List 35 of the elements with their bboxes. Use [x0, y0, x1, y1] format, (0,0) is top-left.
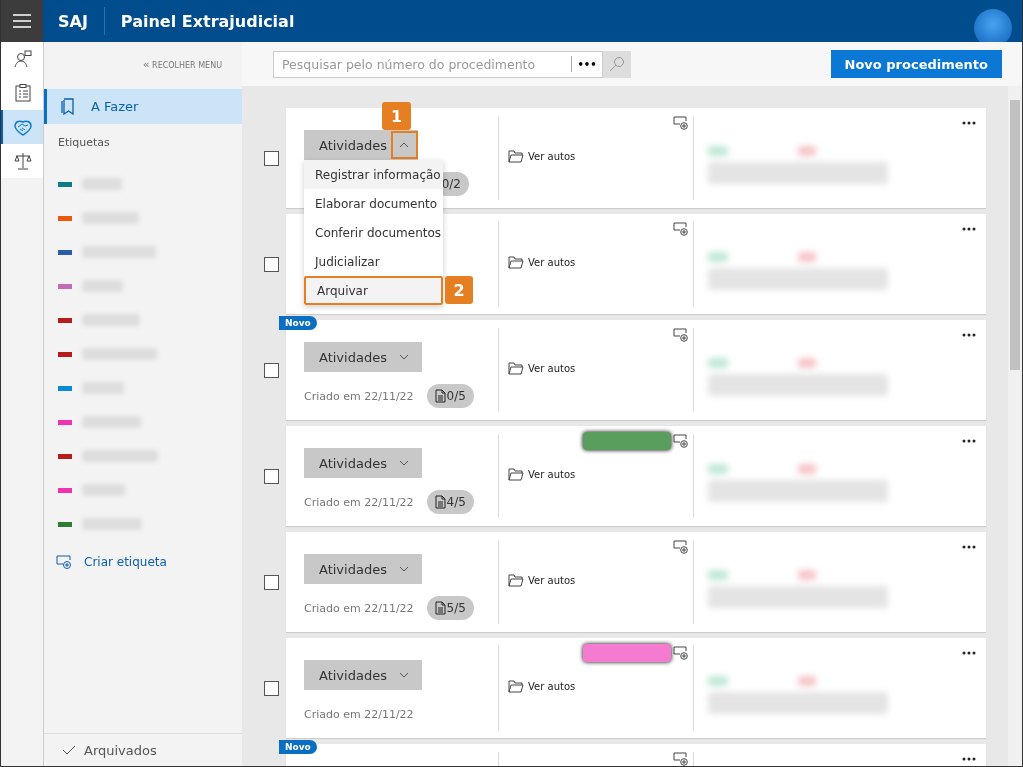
activities-dropdown[interactable]: Atividades: [304, 448, 422, 478]
menu-item[interactable]: Judicializar: [304, 247, 443, 276]
brand-name: SAJ: [58, 11, 88, 31]
created-date: Criado em 22/11/22: [304, 389, 414, 403]
activities-dropdown[interactable]: Atividades: [304, 130, 418, 160]
search-field[interactable]: Pesquisar pelo número do procedimento •••: [273, 50, 603, 78]
view-case-link[interactable]: Ver autos: [508, 467, 576, 481]
new-badge: Novo: [279, 740, 317, 754]
step-callout: 2: [445, 276, 473, 304]
activities-dropdown[interactable]: Atividades: [304, 554, 422, 584]
new-procedure-button[interactable]: Novo procedimento: [830, 50, 1002, 78]
more-options-button[interactable]: •••: [572, 58, 602, 70]
created-date: Criado em 22/11/22: [304, 707, 414, 721]
app-title: Painel Extrajudicial: [120, 11, 295, 31]
view-case-link[interactable]: Ver autos: [508, 255, 576, 269]
menu-item[interactable]: Conferir documentos: [304, 218, 443, 247]
view-case-link[interactable]: Ver autos: [508, 149, 576, 163]
create-tag-link[interactable]: Criar etiqueta: [56, 555, 242, 569]
view-case-link[interactable]: Ver autos: [508, 361, 576, 375]
activities-dropdown[interactable]: Atividades: [304, 660, 422, 690]
menu-item[interactable]: Registrar informação: [304, 160, 443, 189]
created-date: Criado em 22/11/22: [304, 495, 414, 509]
created-date: Criado em 22/11/22: [304, 601, 414, 615]
documents-count-badge: 5/5: [426, 596, 474, 620]
section-heading: Etiquetas: [58, 136, 111, 149]
view-case-link[interactable]: Ver autos: [508, 679, 576, 693]
menu-item[interactable]: Arquivar: [304, 276, 443, 305]
collapse-menu-button[interactable]: « RECOLHER MENU: [142, 58, 222, 71]
documents-count-badge: 4/5: [426, 490, 474, 514]
view-case-link[interactable]: Ver autos: [508, 573, 576, 587]
sidebar-item[interactable]: A Fazer: [44, 89, 242, 124]
step-callout: 1: [382, 102, 411, 130]
new-badge: Novo: [279, 316, 317, 330]
activities-dropdown[interactable]: Atividades: [304, 342, 422, 372]
documents-count-badge: 0/5: [426, 384, 474, 408]
